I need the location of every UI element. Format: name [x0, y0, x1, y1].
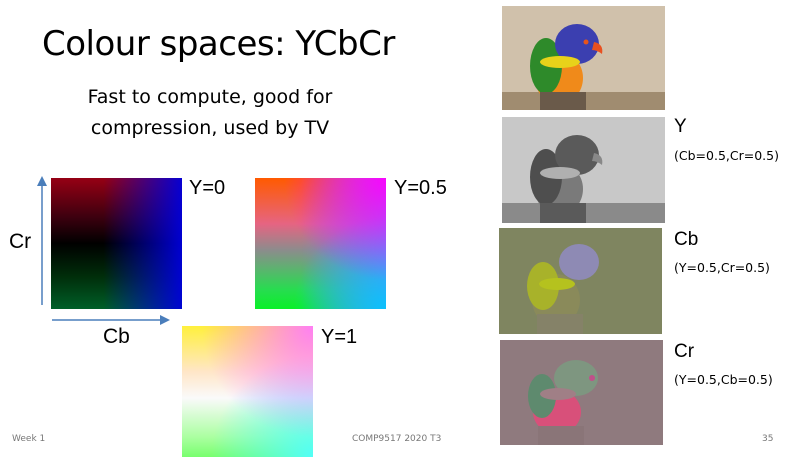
square-label-y05: Y=0.5: [394, 177, 447, 199]
cr-axis-label: Cr: [9, 230, 32, 253]
footer-course: COMP9517 2020 T3: [352, 434, 442, 444]
channel-sub-cb: (Y=0.5,Cr=0.5): [674, 260, 770, 275]
ycbcr-square-y05: [255, 178, 386, 309]
subtitle-line-2: compression, used by TV: [90, 117, 330, 139]
slide-subtitle: Fast to compute, good for compression, u…: [70, 82, 350, 144]
channel-sub-cr: (Y=0.5,Cb=0.5): [674, 372, 773, 387]
cb-axis-label: Cb: [103, 325, 130, 348]
channel-sub-y: (Cb=0.5,Cr=0.5): [674, 148, 779, 163]
cb-axis-arrowhead: [160, 315, 170, 325]
square-label-y1: Y=1: [321, 326, 358, 348]
channel-label-cb: Cb: [674, 229, 699, 250]
footer-week: Week 1: [12, 434, 46, 444]
parrot-photo-original: [502, 6, 665, 110]
parrot-photo-y-channel: [502, 117, 665, 223]
cr-axis-arrowhead: [37, 176, 47, 186]
parrot-photo-cb-channel: [499, 228, 662, 334]
parrot-photo-cr-channel: [500, 340, 663, 445]
ycbcr-square-y1: [182, 326, 313, 457]
channel-label-y: Y: [674, 116, 687, 137]
channel-label-cr: Cr: [674, 341, 695, 362]
footer-page-number: 35: [762, 434, 774, 444]
square-label-y0: Y=0: [189, 177, 226, 199]
subtitle-line-1: Fast to compute, good for: [87, 86, 333, 108]
slide-title: Colour spaces: YCbCr: [42, 24, 395, 64]
axis-arrows: [37, 176, 170, 325]
